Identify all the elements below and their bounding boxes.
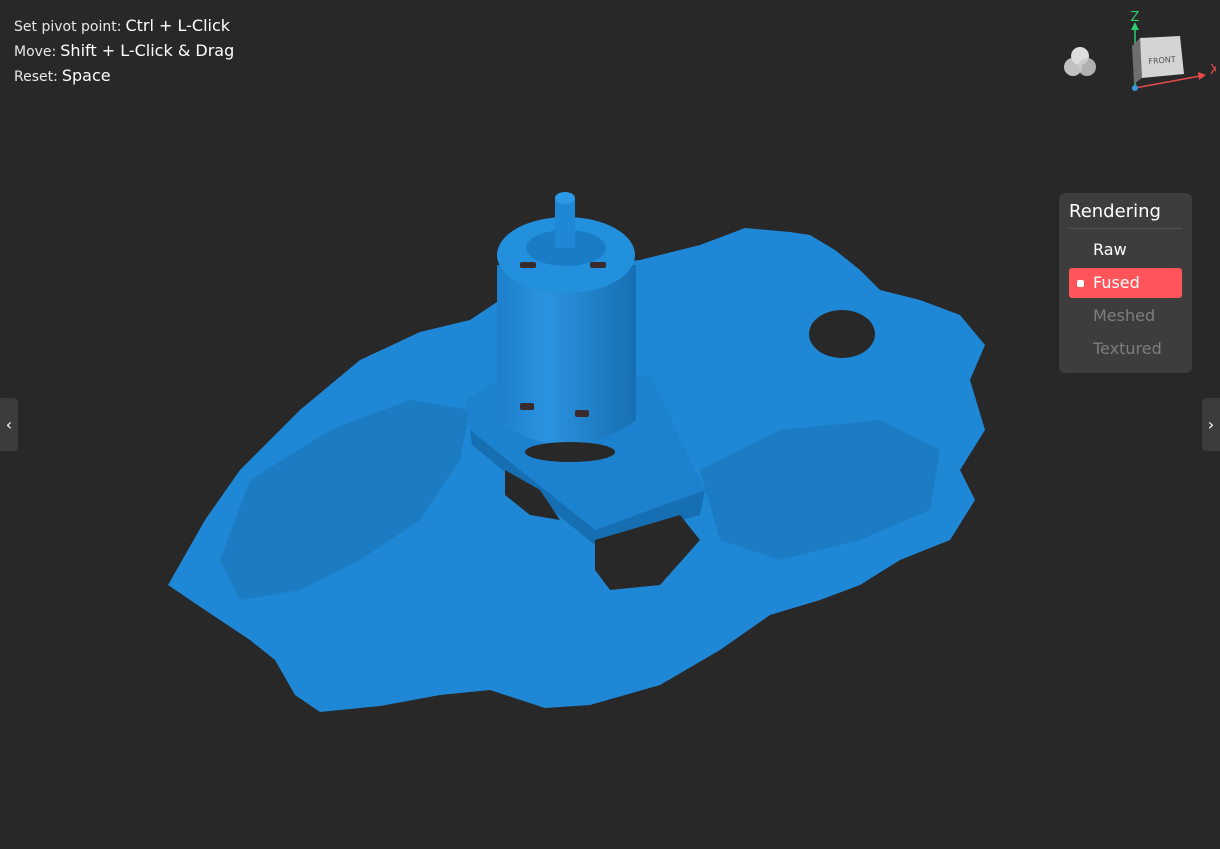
hint-key: Shift + L-Click & Drag [60, 41, 235, 60]
rendering-option-meshed: Meshed [1069, 301, 1182, 331]
hint-reset: Reset: Space [14, 64, 234, 89]
rendering-option-textured: Textured [1069, 334, 1182, 364]
previous-button[interactable]: ‹ [0, 398, 18, 451]
axis-x-label: X [1210, 63, 1216, 78]
scan-hole [809, 310, 875, 358]
hint-label: Reset: [14, 69, 58, 85]
motor-shaft-tip [555, 192, 575, 204]
3d-viewport[interactable]: Set pivot point: Ctrl + L-Click Move: Shif… [0, 0, 1220, 849]
axis-z-label: Z [1131, 10, 1140, 25]
rendering-panel: Rendering Raw Fused Meshed Textured [1059, 193, 1192, 373]
rendering-option-label: Fused [1093, 273, 1140, 292]
motor-vent [575, 410, 589, 417]
rendering-option-label: Raw [1093, 240, 1127, 259]
motor-vent [520, 262, 536, 268]
hint-label: Set pivot point: [14, 19, 122, 35]
motor-vent [520, 403, 534, 410]
view-modes-icon[interactable] [1062, 45, 1098, 81]
motor-shaft [555, 198, 575, 248]
selected-indicator [1077, 280, 1084, 287]
rendering-option-label: Textured [1093, 339, 1162, 358]
chevron-left-icon: ‹ [5, 415, 13, 434]
hint-move: Move: Shift + L-Click & Drag [14, 39, 234, 64]
hint-set-pivot: Set pivot point: Ctrl + L-Click [14, 14, 234, 39]
control-hints: Set pivot point: Ctrl + L-Click Move: Shif… [14, 14, 234, 89]
rendering-panel-title: Rendering [1069, 201, 1182, 229]
rendering-option-fused[interactable]: Fused [1069, 268, 1182, 298]
chevron-right-icon: › [1207, 415, 1215, 434]
rendering-option-label: Meshed [1093, 306, 1156, 325]
hint-key: Space [61, 66, 111, 85]
rendering-option-raw[interactable]: Raw [1069, 235, 1182, 265]
scanned-model-render[interactable] [0, 0, 1220, 849]
hint-label: Move: [14, 44, 57, 60]
orientation-gizmo[interactable]: Z X FRONT [1122, 8, 1216, 98]
motor-vent [590, 262, 606, 268]
next-button[interactable]: › [1202, 398, 1220, 451]
hint-key: Ctrl + L-Click [125, 16, 231, 35]
motor-base-shadow [525, 442, 615, 462]
